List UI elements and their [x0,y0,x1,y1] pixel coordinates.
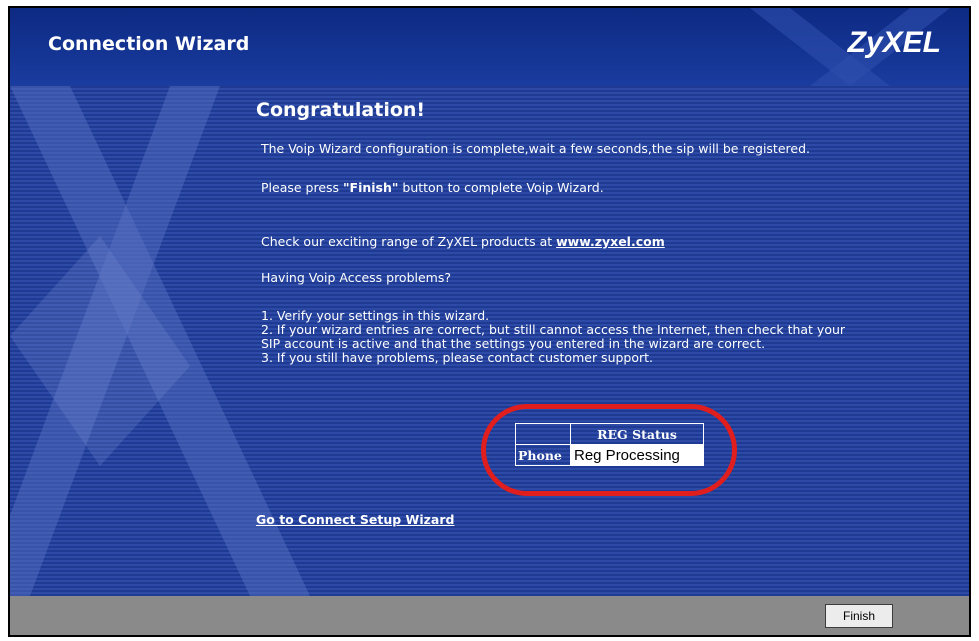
step-line: 2. If your wizard entries are correct, b… [261,322,846,337]
finish-instruction-prefix: Please press [261,180,344,195]
main-panel: Congratulation! The Voip Wizard configur… [10,86,969,596]
completion-message: The Voip Wizard configuration is complet… [261,141,810,156]
highlight-annotation [481,404,737,496]
connect-setup-wizard-link[interactable]: Go to Connect Setup Wizard [256,512,454,527]
page-heading: Congratulation! [256,99,426,121]
products-message-text: Check our exciting range of ZyXEL produc… [261,234,557,249]
finish-instruction-bold: "Finish" [343,180,399,195]
troubleshooting-steps: 1. Verify your settings in this wizard. … [261,309,845,365]
finish-instruction: Please press "Finish" button to complete… [261,180,604,195]
zyxel-website-link[interactable]: www.zyxel.com [556,234,665,249]
connect-setup-wizard-link-wrap: Go to Connect Setup Wizard [256,512,454,527]
products-message: Check our exciting range of ZyXEL produc… [261,234,665,249]
header-title: Connection Wizard [48,33,250,55]
wizard-window: Connection Wizard ZyXEL Congratulation! … [8,6,971,637]
finish-instruction-suffix: button to complete Voip Wizard. [398,180,604,195]
finish-button[interactable]: Finish [825,604,893,628]
step-line: 3. If you still have problems, please co… [261,350,654,365]
step-line: SIP account is active and that the setti… [261,336,766,351]
zyxel-logo: ZyXEL [847,26,941,59]
step-line: 1. Verify your settings in this wizard. [261,308,490,323]
header-bar: Connection Wizard ZyXEL [10,8,969,86]
footer-bar: Finish [10,596,969,635]
problems-heading: Having Voip Access problems? [261,270,452,285]
